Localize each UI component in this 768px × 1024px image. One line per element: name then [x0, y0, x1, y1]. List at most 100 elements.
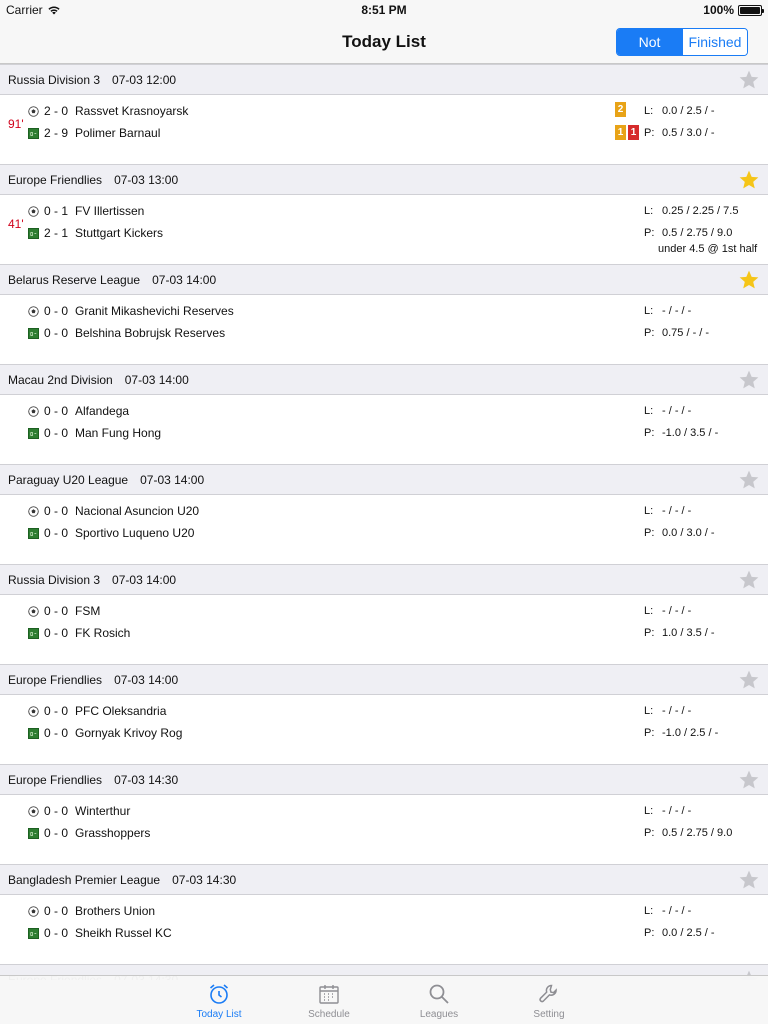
home-team: 0 - 0 Winterthur: [28, 803, 130, 819]
match-row[interactable]: 0 - 0 Granit Mikashevichi Reserves 0 - 0 Be…: [0, 295, 768, 364]
home-score: 0 - 0: [44, 504, 69, 518]
odds-l: L: - / - / -: [644, 905, 691, 917]
search-icon: [429, 984, 449, 1004]
match-row[interactable]: 0 - 0 Alfandega 0 - 0 Man Fung Hong L: - / - …: [0, 395, 768, 464]
odds-p-value: -1.0 / 2.5 / -: [662, 727, 719, 739]
odds-p-value: 0.0 / 3.0 / -: [662, 527, 715, 539]
soccer-ball-icon: [28, 305, 39, 317]
away-team-name: Sheikh Russel KC: [75, 926, 172, 940]
odds-l: L: - / - / -: [644, 605, 691, 617]
home-team-name: Rassvet Krasnoyarsk: [75, 104, 189, 118]
soccer-ball-icon: [28, 205, 39, 217]
favorite-star-icon[interactable]: [738, 569, 760, 591]
match-row[interactable]: 41' 0 - 1 FV Illertissen 2 - 1 Stuttgart Kic…: [0, 195, 768, 264]
match-time: 07-03 14:00: [152, 272, 217, 287]
match-row[interactable]: 0 - 0 PFC Oleksandria 0 - 0 Gornyak Krivoy …: [0, 695, 768, 764]
tab-label: Setting: [533, 1009, 565, 1020]
home-team: 2 - 0 Rassvet Krasnoyarsk: [28, 103, 188, 119]
odds-p-label: P:: [644, 827, 655, 839]
tab-schedule[interactable]: Schedule: [274, 976, 384, 1024]
match-time: 07-03 14:00: [124, 372, 189, 387]
away-score: 0 - 0: [44, 326, 69, 340]
league-header[interactable]: Paraguay U20 League 07-03 14:00: [0, 464, 768, 495]
odds-l-value: - / - / -: [662, 305, 692, 317]
odds-l-value: - / - / -: [662, 705, 692, 717]
favorite-star-icon[interactable]: [738, 369, 760, 391]
odds-p-label: P:: [644, 627, 655, 639]
home-score: 0 - 0: [44, 404, 69, 418]
tab-setting[interactable]: Setting: [494, 976, 604, 1024]
soccer-ball-icon: [28, 705, 39, 717]
live-minute: 41': [8, 217, 24, 231]
match-list[interactable]: Russia Division 3 07-03 12:00 91' 2 - 0 Rass…: [0, 64, 768, 980]
league-header[interactable]: Russia Division 3 07-03 14:00: [0, 564, 768, 595]
league-header[interactable]: Macau 2nd Division 07-03 14:00: [0, 364, 768, 395]
favorite-star-icon[interactable]: [738, 669, 760, 691]
soccer-ball-icon: [28, 805, 39, 817]
segment-not[interactable]: Not: [617, 29, 682, 55]
battery-indicator: 100%: [703, 3, 764, 17]
pitch-icon: [28, 327, 39, 339]
favorite-star-icon[interactable]: [738, 769, 760, 791]
favorite-star-icon[interactable]: [738, 69, 760, 91]
favorite-star-icon[interactable]: [738, 269, 760, 291]
league-header[interactable]: Russia Division 3 07-03 12:00: [0, 64, 768, 95]
match-row[interactable]: 91' 2 - 0 Rassvet Krasnoyarsk 2 2 - 9 Polimer…: [0, 95, 768, 164]
odds-p: P: 1.0 / 3.5 / -: [644, 627, 715, 639]
league-name: Macau 2nd Division: [8, 372, 113, 387]
match-time: 07-03 14:00: [140, 472, 205, 487]
match-row[interactable]: 0 - 0 Brothers Union 0 - 0 Sheikh Russel KC…: [0, 895, 768, 964]
segment-finished[interactable]: Finished: [682, 29, 747, 55]
home-team-name: Granit Mikashevichi Reserves: [75, 304, 234, 318]
home-team: 0 - 0 Nacional Asuncion U20: [28, 503, 199, 519]
league-name: Belarus Reserve League: [8, 272, 141, 287]
away-team-name: FK Rosich: [75, 626, 131, 640]
odds-p-label: P:: [644, 127, 655, 139]
odds-p-value: 0.5 / 3.0 / -: [662, 127, 715, 139]
away-cards: 11: [615, 125, 639, 140]
favorite-star-icon[interactable]: [738, 469, 760, 491]
odds-p-label: P:: [644, 527, 655, 539]
odds-p: P: 0.75 / - / -: [644, 327, 709, 339]
soccer-ball-icon: [28, 105, 39, 117]
home-team-name: Winterthur: [75, 804, 131, 818]
odds-p-value: 0.0 / 2.5 / -: [662, 927, 715, 939]
home-score: 2 - 0: [44, 104, 69, 118]
favorite-star-icon[interactable]: [738, 169, 760, 191]
odds-l-label: L:: [644, 905, 654, 917]
odds-l-value: - / - / -: [662, 805, 692, 817]
navigation-bar: Today List Not Finished: [0, 20, 768, 64]
tab-label: Today List: [196, 1009, 242, 1020]
match-row[interactable]: 0 - 0 Nacional Asuncion U20 0 - 0 Sportivo …: [0, 495, 768, 564]
home-team-name: Alfandega: [75, 404, 130, 418]
league-header[interactable]: Belarus Reserve League 07-03 14:00: [0, 264, 768, 295]
odds-p-value: 1.0 / 3.5 / -: [662, 627, 715, 639]
pitch-icon: [28, 227, 39, 239]
away-score: 2 - 9: [44, 126, 69, 140]
match-row[interactable]: 0 - 0 FSM 0 - 0 FK Rosich L: - / - / - P: 1.0 /…: [0, 595, 768, 664]
odds-p-value: 0.5 / 2.75 / 9.0: [662, 227, 733, 239]
match-time: 07-03 14:30: [172, 872, 237, 887]
odds-l-label: L:: [644, 405, 654, 417]
alarm-clock-icon: [209, 984, 229, 1004]
home-team: 0 - 1 FV Illertissen: [28, 203, 144, 219]
away-team: 2 - 1 Stuttgart Kickers: [28, 225, 163, 241]
home-team: 0 - 0 Alfandega: [28, 403, 129, 419]
home-score: 0 - 0: [44, 704, 69, 718]
league-header[interactable]: Bangladesh Premier League 07-03 14:30: [0, 864, 768, 895]
league-header[interactable]: Europe Friendlies 07-03 14:30: [0, 764, 768, 795]
match-time: 07-03 14:00: [114, 672, 179, 687]
odds-l-value: - / - / -: [662, 505, 692, 517]
league-header[interactable]: Europe Friendlies 07-03 13:00: [0, 164, 768, 195]
pitch-icon: [28, 827, 39, 839]
pitch-icon: [28, 427, 39, 439]
favorite-star-icon[interactable]: [738, 869, 760, 891]
away-team-name: Sportivo Luqueno U20: [75, 526, 195, 540]
tab-leagues[interactable]: Leagues: [384, 976, 494, 1024]
odds-l-label: L:: [644, 105, 654, 117]
tab-bar: Today List Schedule Leagues Setting: [0, 975, 768, 1024]
match-row[interactable]: 0 - 0 Winterthur 0 - 0 Grasshoppers L: - / - …: [0, 795, 768, 864]
away-team-name: Man Fung Hong: [75, 426, 162, 440]
league-header[interactable]: Europe Friendlies 07-03 14:00: [0, 664, 768, 695]
tab-today-list[interactable]: Today List: [164, 976, 274, 1024]
